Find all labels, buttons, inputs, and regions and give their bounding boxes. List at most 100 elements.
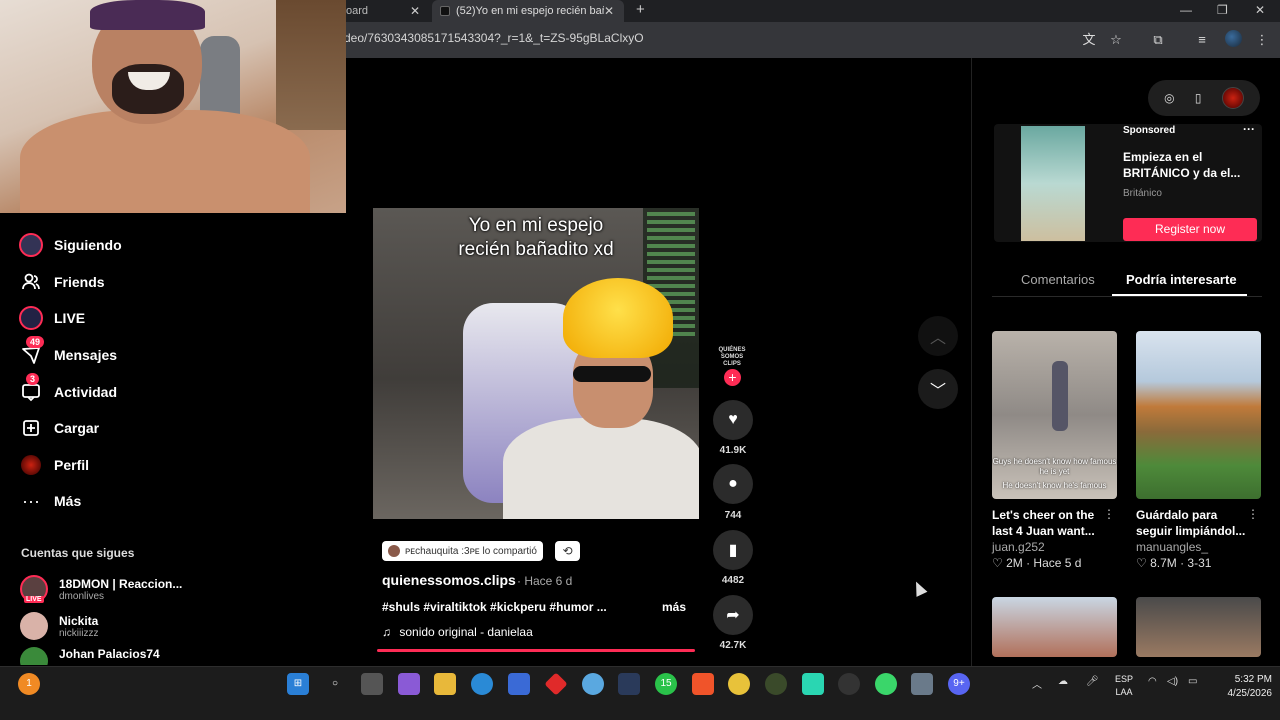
compass-icon[interactable]: ◎ xyxy=(1164,91,1174,105)
suggested-video-card[interactable]: Guárdalo para seguir limpiándol... ⋮ man… xyxy=(1136,331,1261,570)
store-icon[interactable] xyxy=(508,673,530,695)
follow-plus-icon[interactable]: + xyxy=(724,369,741,386)
video-hashtags[interactable]: #shuls #viraltiktok #kickperu #humor ... xyxy=(382,600,607,614)
app-icon[interactable] xyxy=(765,673,787,695)
sidebar-item-siguiendo[interactable]: Siguiendo xyxy=(18,230,122,260)
sidebar-item-cargar[interactable]: Cargar xyxy=(18,413,99,443)
whatsapp-icon[interactable]: 15 xyxy=(655,673,677,695)
translate-icon[interactable]: 文 xyxy=(1080,31,1098,49)
close-window-icon[interactable]: ✕ xyxy=(1255,0,1265,22)
more-button[interactable]: más xyxy=(662,600,686,614)
brave-icon[interactable] xyxy=(692,673,714,695)
steam-icon[interactable] xyxy=(618,673,640,695)
video-thumbnail[interactable] xyxy=(1136,331,1261,499)
comment-button[interactable]: ● xyxy=(713,464,753,504)
sidebar-item-perfil[interactable]: Perfil xyxy=(18,450,89,480)
chrome-active-icon[interactable] xyxy=(875,673,897,695)
like-button[interactable]: ♥ xyxy=(713,400,753,440)
video-thumbnail[interactable]: Guys he doesn't know how famous he is ye… xyxy=(992,331,1117,499)
url-text[interactable]: deo/7630343085171543304?_r=1&_t=ZS-95gBL… xyxy=(344,31,644,45)
ad-options-icon[interactable]: ··· xyxy=(1243,122,1255,136)
share-count: 42.7K xyxy=(719,640,747,651)
next-video-button[interactable]: ﹀ xyxy=(918,369,958,409)
close-tab-icon[interactable]: ✕ xyxy=(604,4,614,18)
minimize-icon[interactable]: — xyxy=(1180,0,1192,22)
card-title[interactable]: Let's cheer on the last 4 Juan want... xyxy=(992,507,1104,539)
wifi-icon[interactable]: ◠ xyxy=(1148,676,1157,687)
task-view-icon[interactable] xyxy=(361,673,383,695)
sidebar-item-mensajes[interactable]: 49 Mensajes xyxy=(18,336,118,370)
following-account[interactable]: LIVE 18DMON | Reaccion... dmonlives xyxy=(20,572,182,606)
suggested-video-card[interactable] xyxy=(1136,597,1261,657)
previous-video-button[interactable]: ︿ xyxy=(918,316,958,356)
settings-icon[interactable] xyxy=(911,673,933,695)
save-count: 4482 xyxy=(721,575,745,586)
bookmark-icon: ▮ xyxy=(728,542,738,559)
phone-icon[interactable]: ▯ xyxy=(1195,91,1202,105)
sidebar-item-mas[interactable]: ··· Más xyxy=(18,486,81,516)
save-button[interactable]: ▮ xyxy=(713,530,753,570)
sidebar-item-actividad[interactable]: 3 Actividad xyxy=(18,373,117,407)
card-author[interactable]: manuangles_ xyxy=(1136,540,1261,554)
panel-divider xyxy=(971,58,972,666)
search-icon[interactable]: ○ xyxy=(324,673,346,695)
sponsored-ad[interactable]: Sponsored ··· Empieza en el BRITÁNICO y … xyxy=(994,122,1262,242)
account-handle: nickiiizzz xyxy=(59,627,99,639)
following-account[interactable]: Johan Palacios74 xyxy=(20,643,160,665)
suggested-video-card[interactable] xyxy=(992,597,1117,657)
comment-icon: ● xyxy=(728,475,738,492)
browser-tab-active[interactable]: (52)Yo en mi espejo recién bañ ✕ xyxy=(432,0,624,22)
close-tab-icon[interactable]: ✕ xyxy=(410,4,420,18)
share-button[interactable]: ➦ xyxy=(713,595,753,635)
restore-icon[interactable]: ❐ xyxy=(1217,0,1228,22)
bookmark-star-icon[interactable]: ☆ xyxy=(1107,31,1125,49)
weather-icon[interactable] xyxy=(582,673,604,695)
share-arrow-icon: ➦ xyxy=(726,607,740,624)
copilot-icon[interactable] xyxy=(398,673,420,695)
register-now-button[interactable]: Register now xyxy=(1123,218,1257,241)
sidebar-item-friends[interactable]: Friends xyxy=(18,267,105,297)
repost-icon[interactable]: ⟲ xyxy=(555,541,580,561)
card-options-icon[interactable]: ⋮ xyxy=(1103,507,1115,521)
start-icon[interactable]: ⊞ xyxy=(287,673,309,695)
chrome-menu-icon[interactable]: ⋮ xyxy=(1253,31,1271,49)
chrome-profile-icon[interactable]: 1 xyxy=(18,673,40,695)
battery-icon[interactable]: ▭ xyxy=(1188,676,1197,687)
shared-by-pill[interactable]: ᴘᴇchauquita :3ᴘᴇ lo compartió xyxy=(382,541,543,561)
tab-podria-interesarte[interactable]: Podría interesarte xyxy=(1126,272,1237,287)
new-tab-icon[interactable]: + xyxy=(636,0,645,22)
sidebar-item-label: Mensajes xyxy=(54,347,118,363)
discord-icon[interactable]: 9+ xyxy=(948,673,970,695)
app-green-icon[interactable] xyxy=(802,673,824,695)
card-options-icon[interactable]: ⋮ xyxy=(1247,507,1259,521)
chrome-icon[interactable] xyxy=(728,673,750,695)
card-title[interactable]: Guárdalo para seguir limpiándol... xyxy=(1136,507,1248,539)
extensions-icon[interactable]: ⧉ xyxy=(1149,31,1167,49)
edge-icon[interactable] xyxy=(471,673,493,695)
avatar[interactable] xyxy=(1221,87,1244,109)
file-explorer-icon[interactable] xyxy=(434,673,456,695)
taskbar-clock[interactable]: 5:32 PM 4/25/2026 xyxy=(1212,673,1273,701)
cloud-icon[interactable]: ☁ xyxy=(1058,676,1068,687)
video-sound[interactable]: ♫ sonido original - danielaa xyxy=(382,625,533,639)
tab-comentarios[interactable]: Comentarios xyxy=(1021,272,1095,287)
avatar xyxy=(20,647,48,665)
ad-thumbnail[interactable] xyxy=(1021,126,1085,241)
volume-icon[interactable]: ◁) xyxy=(1167,676,1178,687)
video-progress-bar[interactable] xyxy=(377,649,695,652)
browser-profile-avatar[interactable] xyxy=(1225,30,1242,47)
video-thumbnail[interactable] xyxy=(1136,597,1261,657)
following-account[interactable]: Nickita nickiiizzz xyxy=(20,609,98,643)
sidebar-item-live[interactable]: LIVE xyxy=(18,303,85,333)
card-author[interactable]: juan.g252 xyxy=(992,540,1117,554)
tray-chevron-up-icon[interactable]: ︿ xyxy=(1032,676,1042,691)
microphone-icon[interactable]: 🎤︎ xyxy=(1086,676,1099,687)
ad-title[interactable]: Empieza en el BRITÁNICO y da el... xyxy=(1123,149,1253,181)
obs-icon[interactable] xyxy=(838,673,860,695)
suggested-video-card[interactable]: Guys he doesn't know how famous he is ye… xyxy=(992,331,1117,570)
video-author[interactable]: quienessomos.clips xyxy=(382,572,516,588)
media-icon[interactable]: ≡ xyxy=(1193,31,1211,49)
language-indicator[interactable]: ESP LAA xyxy=(1110,673,1138,699)
video-thumbnail[interactable] xyxy=(992,597,1117,657)
video-player[interactable]: Yo en mi espejo recién bañadito xd xyxy=(373,208,699,519)
